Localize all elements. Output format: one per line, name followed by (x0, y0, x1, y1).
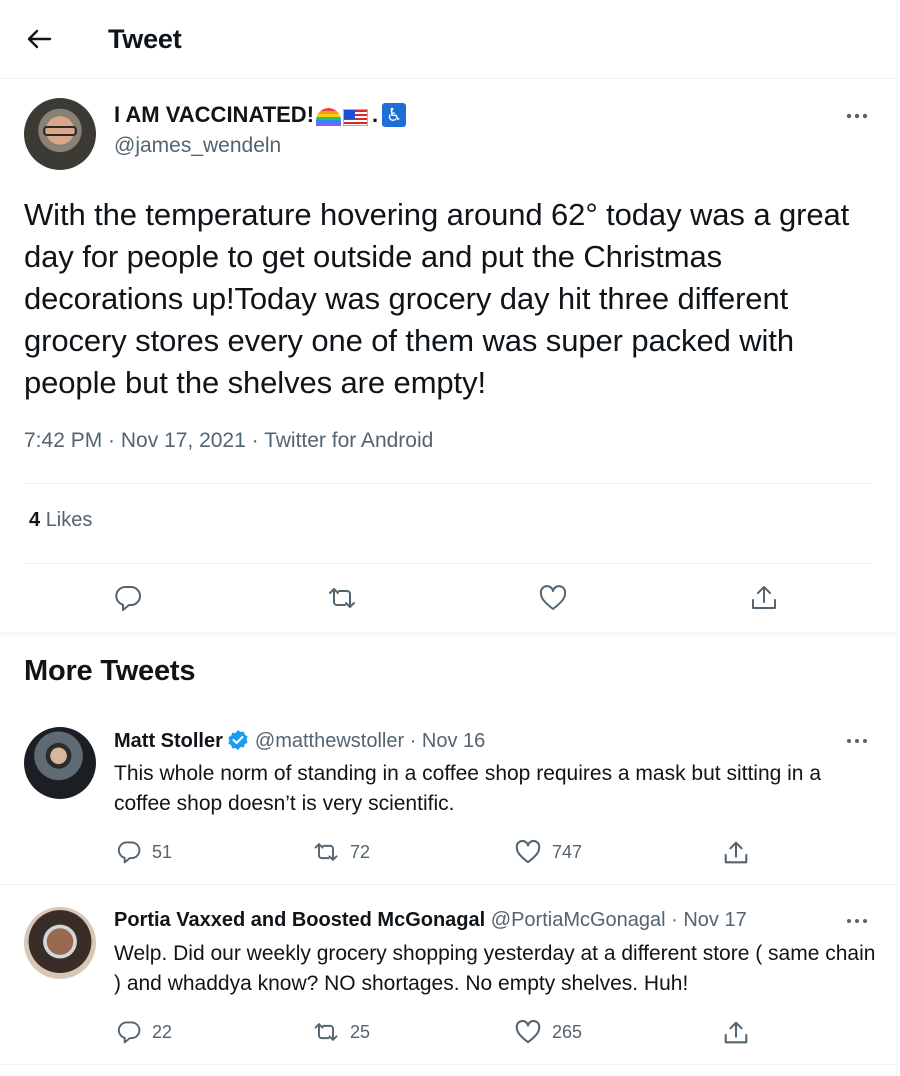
more-horizontal-icon (846, 113, 868, 119)
author-name[interactable]: I AM VACCINATED! . ♿ (114, 102, 407, 128)
page-header: Tweet (0, 0, 897, 79)
share-icon (752, 586, 776, 609)
reply-count: 22 (152, 1021, 173, 1042)
arrow-left-icon (27, 29, 52, 49)
retweet-icon (314, 1023, 338, 1041)
author-handle[interactable]: @james_wendeln (114, 134, 281, 158)
reply-button[interactable]: 22 (116, 1019, 172, 1045)
more-tweets-heading: More Tweets (24, 655, 196, 687)
more-options-button[interactable] (842, 729, 872, 753)
tweet-handle-date[interactable]: @matthewstoller · Nov 16 (255, 730, 485, 752)
heart-icon (515, 1019, 541, 1044)
share-button[interactable] (744, 578, 784, 618)
avatar[interactable] (24, 727, 96, 799)
us-flag-emoji-icon (343, 108, 369, 126)
retweet-button[interactable]: 72 (312, 839, 370, 865)
like-button[interactable]: 747 (514, 839, 582, 865)
back-button[interactable] (22, 24, 56, 54)
author-name-separator: . (372, 102, 379, 127)
wheelchair-emoji-icon: ♿ (382, 103, 407, 127)
reply-icon (117, 1021, 141, 1044)
heart-icon (539, 585, 567, 610)
reply-icon (115, 586, 141, 611)
heart-icon (515, 839, 541, 864)
retweet-count: 72 (350, 841, 371, 862)
likes-label: Likes (45, 509, 93, 531)
reply-icon (117, 841, 141, 864)
verified-badge-icon (228, 730, 248, 750)
author-name-text: I AM VACCINATED! (114, 102, 315, 127)
more-horizontal-icon (847, 739, 867, 743)
like-count: 747 (552, 841, 583, 862)
divider (24, 563, 872, 564)
share-button[interactable] (722, 1019, 750, 1047)
section-divider (0, 632, 897, 636)
author-avatar[interactable] (24, 98, 96, 170)
tweet-author-name[interactable]: Portia Vaxxed and Boosted McGonagal (114, 909, 485, 931)
tweet-card[interactable]: Matt Stoller @matthewstoller · Nov 16 Thi… (0, 705, 897, 885)
tweet-author-name[interactable]: Matt Stoller (114, 730, 223, 752)
tweet-handle-date[interactable]: @PortiaMcGonagal · Nov 17 (491, 909, 747, 931)
more-options-button[interactable] (842, 909, 872, 933)
reply-button[interactable]: 51 (116, 839, 172, 865)
tweet-text: This whole norm of standing in a coffee … (114, 762, 821, 815)
reply-count: 51 (152, 841, 173, 862)
like-button[interactable]: 265 (514, 1019, 582, 1045)
retweet-count: 25 (350, 1021, 371, 1042)
tweet-timestamp[interactable]: 7:42 PM · Nov 17, 2021 · Twitter for And… (24, 429, 433, 453)
like-button[interactable] (533, 578, 573, 618)
likes-count-link[interactable]: 4 Likes (29, 509, 92, 532)
page-title: Tweet (108, 24, 182, 54)
share-icon (724, 1021, 748, 1044)
divider (24, 483, 872, 484)
avatar[interactable] (24, 907, 96, 979)
reply-button[interactable] (108, 578, 148, 618)
tweet-text: With the temperature hovering around 62°… (24, 197, 850, 400)
retweet-icon (314, 843, 338, 861)
tweet-page: Tweet I AM VACCINATED! . ♿ @james_wendel… (0, 0, 897, 1076)
rainbow-emoji-icon (316, 108, 342, 126)
tweet-header: Matt Stoller @matthewstoller · Nov 16 (114, 729, 485, 753)
retweet-icon (329, 588, 355, 608)
tweet-actions (0, 578, 897, 618)
avatar-glasses (43, 126, 77, 136)
tweet-card[interactable]: Portia Vaxxed and Boosted McGonagal @Por… (0, 885, 897, 1065)
tweet-text: Welp. Did our weekly grocery shopping ye… (114, 942, 876, 995)
share-icon (724, 841, 748, 864)
more-options-button[interactable] (842, 104, 872, 128)
likes-count: 4 (29, 509, 41, 531)
tweet-header: Portia Vaxxed and Boosted McGonagal @Por… (114, 909, 747, 932)
more-horizontal-icon (847, 919, 867, 923)
share-button[interactable] (722, 839, 750, 867)
like-count: 265 (552, 1021, 583, 1042)
retweet-button[interactable] (322, 578, 362, 618)
retweet-button[interactable]: 25 (312, 1019, 370, 1045)
